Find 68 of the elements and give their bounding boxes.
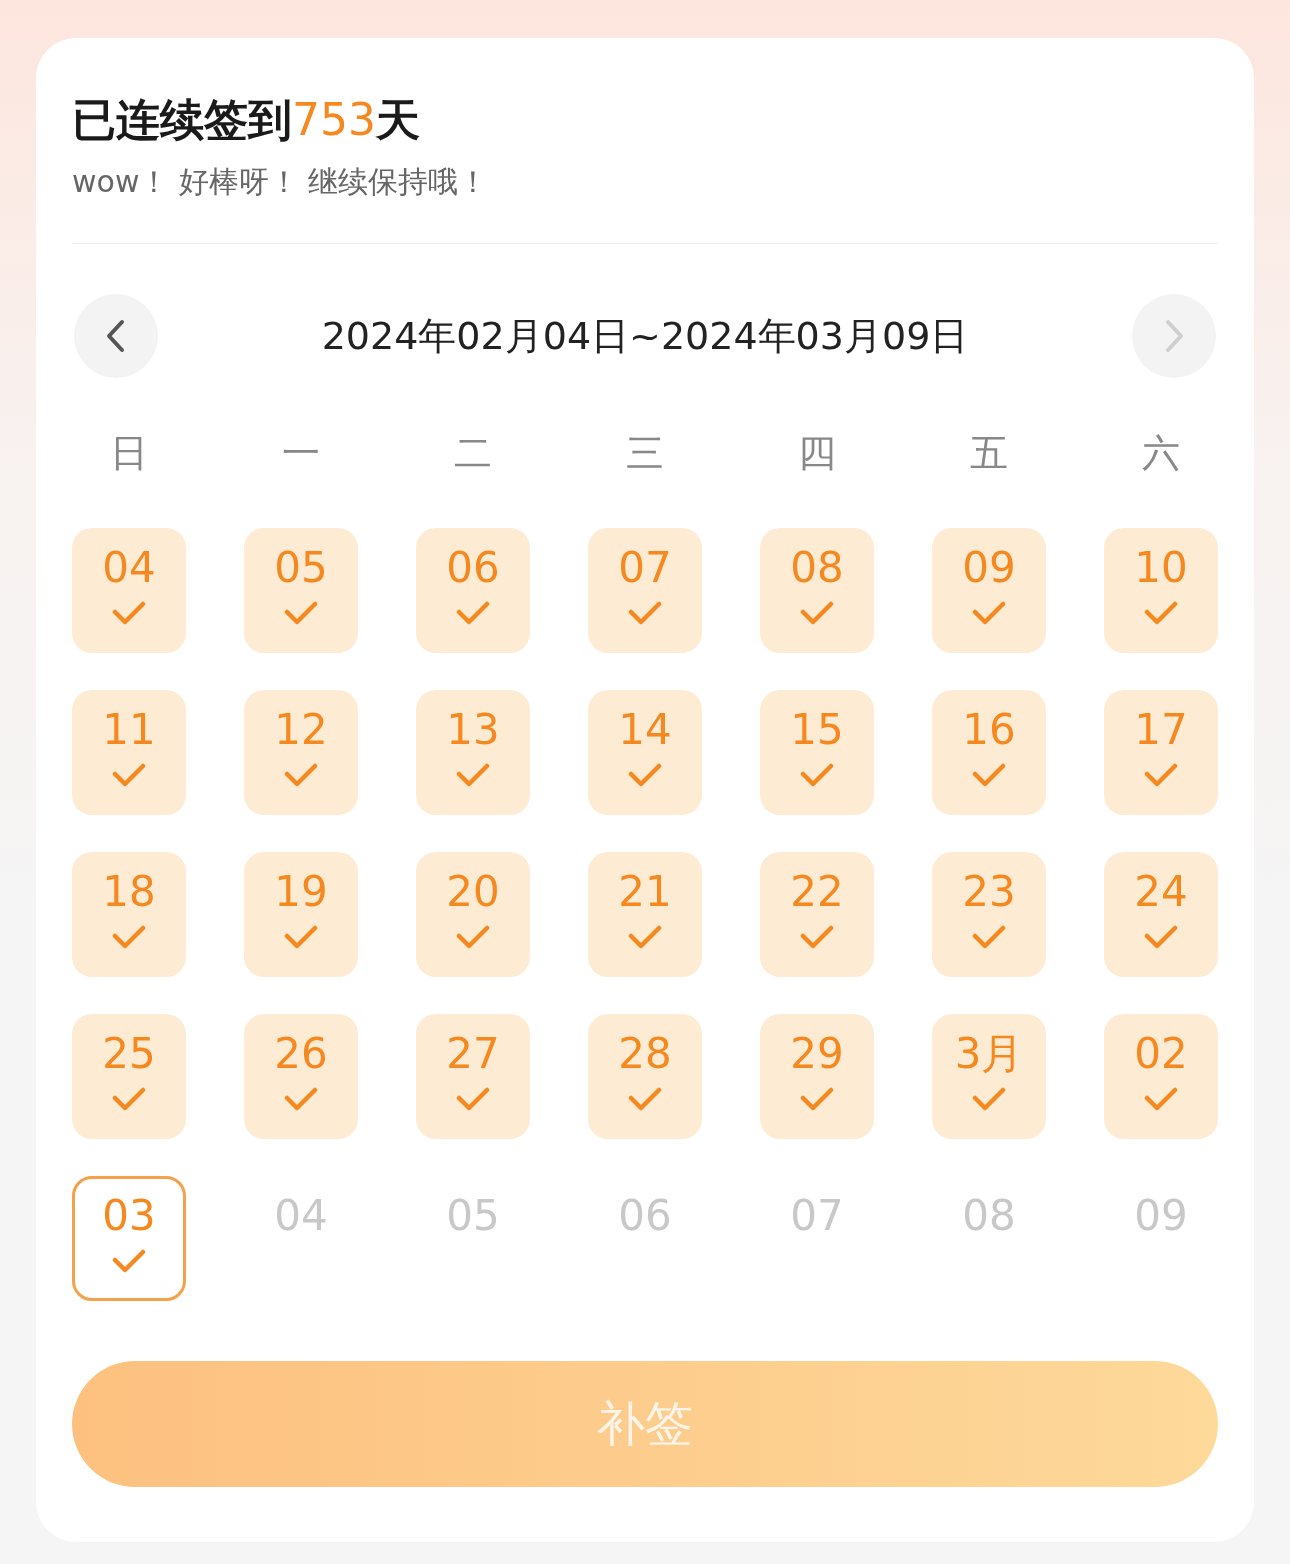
- calendar-day[interactable]: 06: [416, 528, 530, 653]
- checkmark-icon: [456, 600, 490, 626]
- checkmark-icon: [112, 600, 146, 626]
- weekday-label: 二: [453, 430, 493, 477]
- checkmark-icon: [800, 1086, 834, 1112]
- checkmark-icon: [284, 600, 318, 626]
- calendar-day[interactable]: 27: [416, 1014, 530, 1139]
- checkmark-icon: [628, 924, 662, 950]
- calendar-day[interactable]: 25: [72, 1014, 186, 1139]
- checkmark-icon: [284, 924, 318, 950]
- checkmark-icon: [1144, 600, 1178, 626]
- checkmark-icon: [112, 924, 146, 950]
- calendar-day[interactable]: 15: [760, 690, 874, 815]
- weekday-label: 三: [625, 430, 665, 477]
- date-range: 2024年02月04日~2024年03月09日: [321, 312, 969, 360]
- weekday-label: 六: [1141, 430, 1181, 477]
- checkmark-icon: [800, 762, 834, 788]
- calendar-day[interactable]: 10: [1104, 528, 1218, 653]
- calendar-day[interactable]: 26: [244, 1014, 358, 1139]
- calendar-day[interactable]: 12: [244, 690, 358, 815]
- checkmark-icon: [112, 762, 146, 788]
- streak-title: 已连续签到753天: [72, 93, 421, 147]
- calendar-day[interactable]: 07: [588, 528, 702, 653]
- checkmark-icon: [972, 924, 1006, 950]
- calendar-day[interactable]: 03: [72, 1176, 186, 1301]
- checkmark-icon: [628, 762, 662, 788]
- checkmark-icon: [284, 1086, 318, 1112]
- checkmark-icon: [112, 1248, 146, 1274]
- weekday-label: 四: [797, 430, 837, 477]
- encouragement-text: wow！ 好棒呀！ 继续保持哦！: [72, 163, 490, 201]
- checkmark-icon: [456, 1086, 490, 1112]
- checkmark-icon: [972, 600, 1006, 626]
- weekday-label: 五: [969, 430, 1009, 477]
- calendar-day[interactable]: 04: [72, 528, 186, 653]
- calendar-day[interactable]: 29: [760, 1014, 874, 1139]
- checkmark-icon: [800, 600, 834, 626]
- calendar-day[interactable]: 21: [588, 852, 702, 977]
- calendar-day[interactable]: 22: [760, 852, 874, 977]
- checkmark-icon: [456, 762, 490, 788]
- calendar-day[interactable]: 17: [1104, 690, 1218, 815]
- checkmark-icon: [1144, 762, 1178, 788]
- checkmark-icon: [284, 762, 318, 788]
- calendar-day[interactable]: 19: [244, 852, 358, 977]
- weekday-label: 日: [109, 430, 149, 477]
- checkmark-icon: [800, 924, 834, 950]
- calendar-day[interactable]: 13: [416, 690, 530, 815]
- calendar-day[interactable]: 08: [760, 528, 874, 653]
- weekday-label: 一: [281, 430, 321, 477]
- checkmark-icon: [1144, 924, 1178, 950]
- checkmark-icon: [972, 762, 1006, 788]
- calendar-day[interactable]: 14: [588, 690, 702, 815]
- checkmark-icon: [456, 924, 490, 950]
- calendar-day[interactable]: 05: [244, 528, 358, 653]
- calendar-day[interactable]: 23: [932, 852, 1046, 977]
- calendar-day[interactable]: 28: [588, 1014, 702, 1139]
- calendar-day[interactable]: 20: [416, 852, 530, 977]
- checkmark-icon: [112, 1086, 146, 1112]
- calendar-day[interactable]: 11: [72, 690, 186, 815]
- calendar-day[interactable]: 24: [1104, 852, 1218, 977]
- calendar-day[interactable]: 16: [932, 690, 1046, 815]
- calendar-day[interactable]: 02: [1104, 1014, 1218, 1139]
- checkmark-icon: [628, 1086, 662, 1112]
- checkmark-icon: [628, 600, 662, 626]
- calendar-day[interactable]: 09: [932, 528, 1046, 653]
- calendar-day[interactable]: 3月: [932, 1014, 1046, 1139]
- checkmark-icon: [972, 1086, 1006, 1112]
- checkmark-icon: [1144, 1086, 1178, 1112]
- calendar-day[interactable]: 18: [72, 852, 186, 977]
